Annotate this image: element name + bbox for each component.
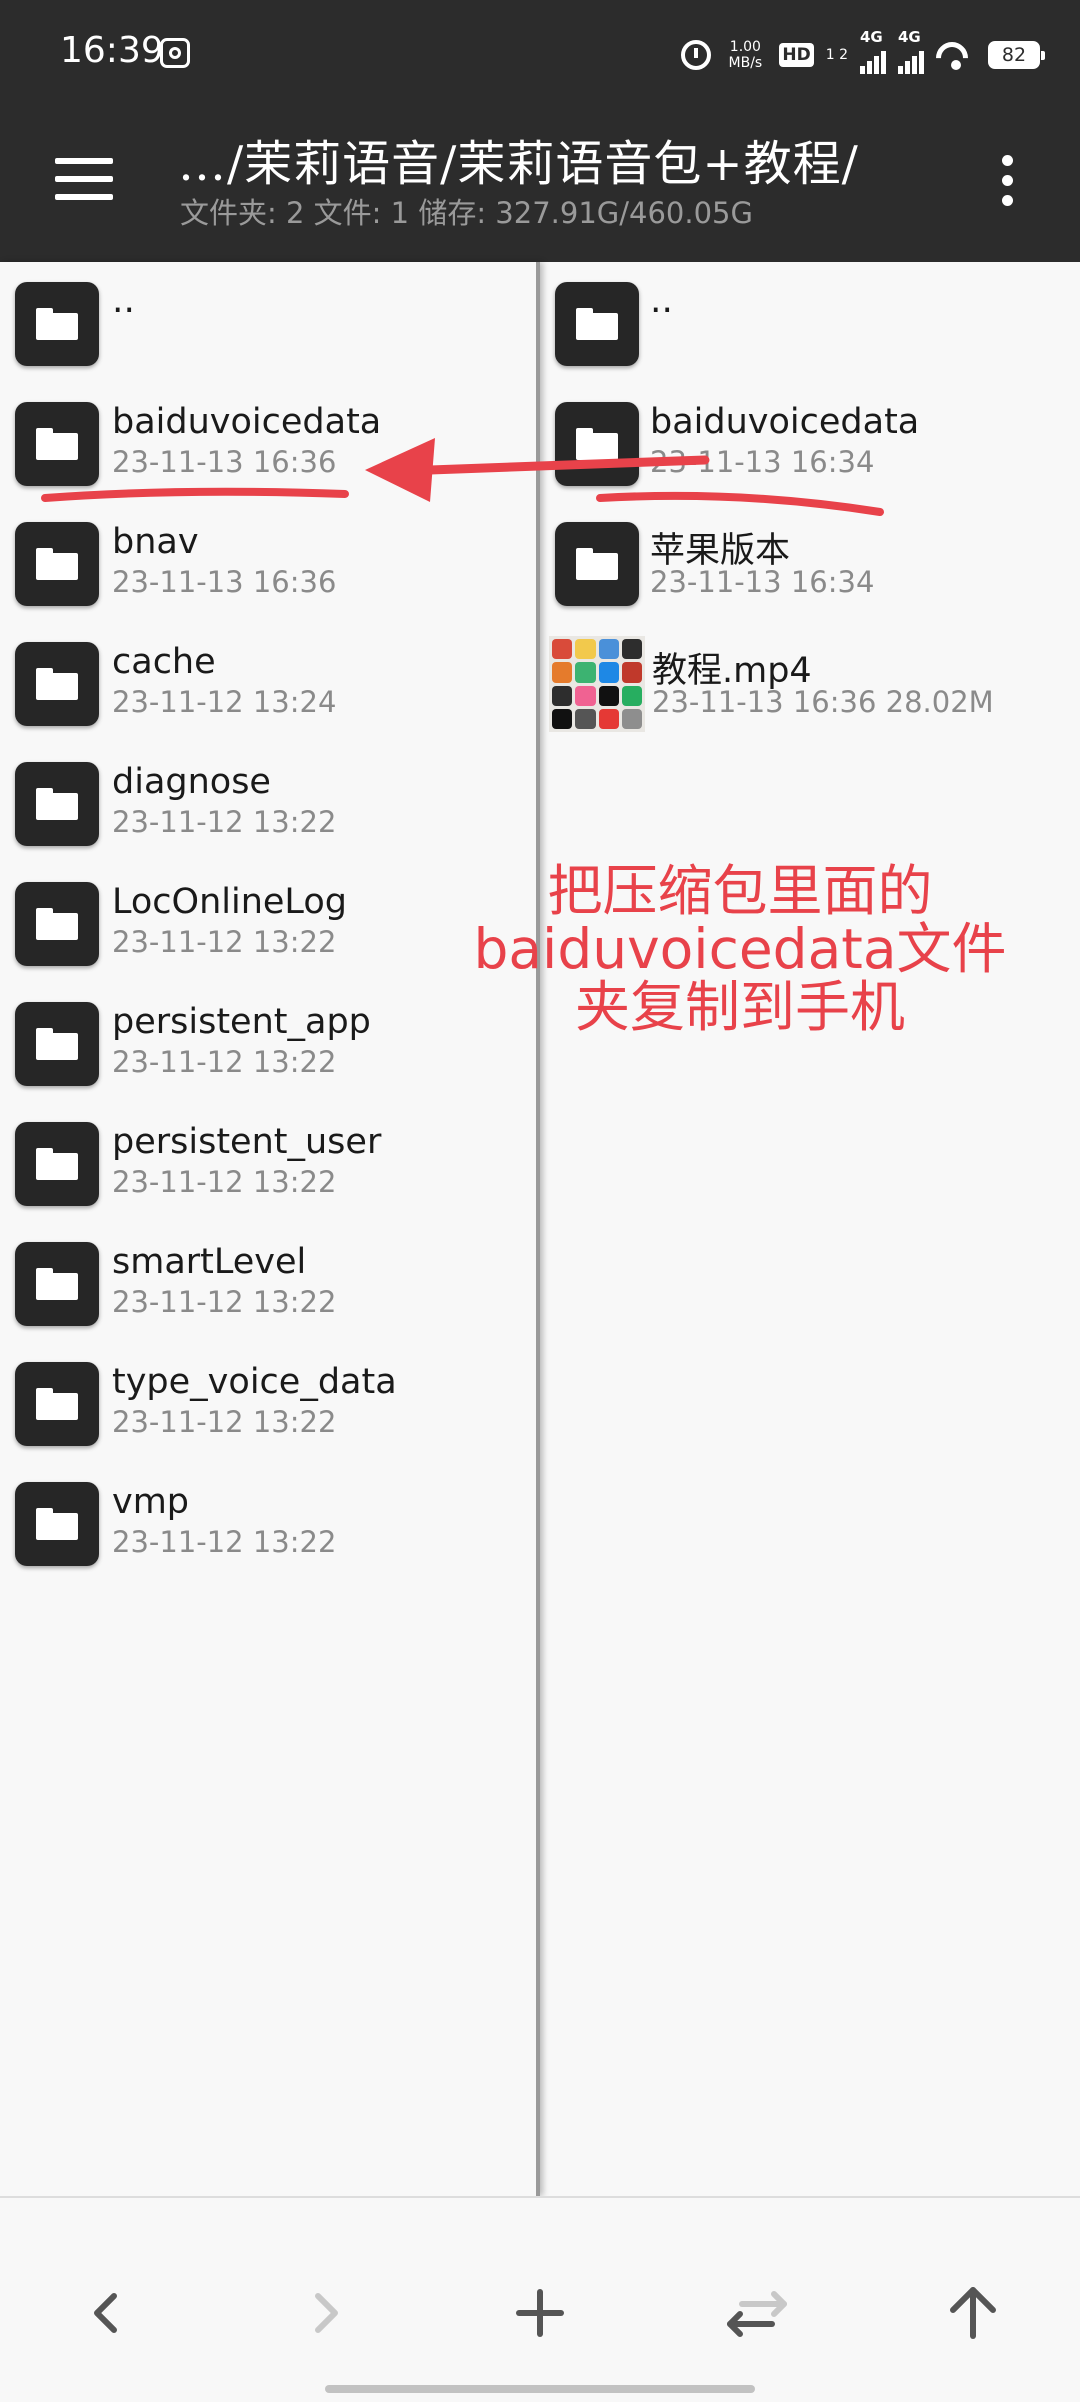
folder-icon: [15, 522, 99, 606]
status-icons: 1.00 MB/s HD 1 2 4G 4G 82: [681, 28, 1045, 80]
list-item[interactable]: baiduvoicedata 23-11-13 16:34: [540, 382, 1080, 502]
home-indicator[interactable]: [325, 2385, 755, 2393]
file-name: vmp: [112, 1482, 190, 1522]
notification-icon: [160, 38, 190, 68]
annotation-line: 把压缩包里面的: [547, 859, 933, 923]
battery-icon: 82: [988, 41, 1045, 69]
forward-button[interactable]: [280, 2268, 370, 2358]
add-button[interactable]: [495, 2268, 585, 2358]
file-date: 23-11-12 13:22: [112, 1525, 337, 1559]
file-name: ..: [650, 280, 673, 321]
swap-panes-button[interactable]: [712, 2268, 802, 2358]
list-item[interactable]: diagnose 23-11-12 13:22: [0, 742, 536, 862]
net-speed: 1.00 MB/s: [723, 39, 767, 71]
file-date: 23-11-13 16:34: [650, 565, 875, 599]
list-item[interactable]: vmp 23-11-12 13:22: [0, 1462, 536, 1582]
folder-icon: [15, 402, 99, 486]
more-options-icon[interactable]: [1000, 155, 1016, 207]
signal-icon: 4G: [860, 28, 886, 74]
alarm-icon: [681, 40, 712, 70]
folder-icon: [15, 642, 99, 726]
list-item[interactable]: type_voice_data 23-11-12 13:22: [0, 1342, 536, 1462]
hd-badge: HD: [779, 43, 814, 67]
file-date: 23-11-12 13:22: [112, 805, 337, 839]
up-icon: [950, 2287, 996, 2339]
signal-icon: 4G: [898, 28, 924, 74]
annotation-line: 夹复制到手机: [574, 975, 905, 1039]
file-name: diagnose: [112, 762, 271, 802]
file-date: 23-11-12 13:22: [112, 925, 337, 959]
file-date: 23-11-12 13:22: [112, 1165, 337, 1199]
video-thumbnail: [549, 636, 645, 732]
list-item[interactable]: baiduvoicedata 23-11-13 16:36: [0, 382, 536, 502]
folder-icon: [15, 1002, 99, 1086]
swap-icon: [727, 2291, 787, 2337]
file-name: cache: [112, 642, 216, 682]
file-name: bnav: [112, 522, 199, 562]
forward-icon: [315, 2293, 338, 2333]
file-date: 23-11-13 16:34: [650, 445, 875, 479]
folder-icon: [15, 1482, 99, 1566]
menu-icon[interactable]: [55, 158, 113, 200]
list-item[interactable]: 教程.mp4 23-11-13 16:36 28.02M: [540, 622, 1080, 742]
list-item[interactable]: cache 23-11-12 13:24: [0, 622, 536, 742]
file-name: baiduvoicedata: [112, 402, 382, 442]
storage-info: 文件夹: 2 文件: 1 储存: 327.91G/460.05G: [180, 196, 753, 230]
list-item-parent[interactable]: ..: [0, 262, 536, 382]
signal-label: 4G: [898, 28, 921, 46]
back-button[interactable]: [62, 2268, 152, 2358]
app-header: 16:39 1.00 MB/s HD 1 2 4G 4G 82 …/茉莉语音/茉…: [0, 0, 1080, 262]
net-speed-unit: MB/s: [728, 55, 763, 71]
folder-icon: [555, 282, 639, 366]
file-date: 23-11-13 16:36 28.02M: [652, 685, 994, 719]
folder-icon: [15, 1242, 99, 1326]
hd-sim-label: 1 2: [825, 47, 848, 63]
add-icon: [516, 2289, 564, 2337]
list-item[interactable]: persistent_user 23-11-12 13:22: [0, 1102, 536, 1222]
file-date: 23-11-12 13:24: [112, 685, 337, 719]
folder-icon: [15, 1122, 99, 1206]
status-bar: 16:39 1.00 MB/s HD 1 2 4G 4G 82: [0, 0, 1080, 110]
path-title: …/茉莉语音/茉莉语音包+教程/: [178, 136, 859, 192]
file-date: 23-11-12 13:22: [112, 1285, 337, 1319]
folder-icon: [15, 882, 99, 966]
list-item[interactable]: 苹果版本 23-11-13 16:34: [540, 502, 1080, 622]
folder-icon: [555, 402, 639, 486]
status-time: 16:39: [60, 30, 164, 71]
file-name: LocOnlineLog: [112, 882, 347, 922]
up-directory-button[interactable]: [928, 2268, 1018, 2358]
folder-icon: [555, 522, 639, 606]
bottom-toolbar: [0, 2196, 1080, 2402]
signal-label: 4G: [860, 28, 883, 46]
list-item-parent[interactable]: ..: [540, 262, 1080, 382]
back-icon: [94, 2293, 117, 2333]
wifi-icon: [936, 40, 976, 70]
annotation-line: baiduvoicedata文件: [473, 917, 1007, 981]
file-name: type_voice_data: [112, 1362, 397, 1402]
file-date: 23-11-13 16:36: [112, 445, 337, 479]
folder-icon: [15, 762, 99, 846]
list-item[interactable]: smartLevel 23-11-12 13:22: [0, 1222, 536, 1342]
file-name: baiduvoicedata: [650, 402, 920, 442]
file-name: persistent_user: [112, 1122, 382, 1162]
folder-icon: [15, 1362, 99, 1446]
annotation-text: 把压缩包里面的 baiduvoicedata文件 夹复制到手机: [440, 862, 1040, 1036]
file-date: 23-11-12 13:22: [112, 1045, 337, 1079]
folder-icon: [15, 282, 99, 366]
file-date: 23-11-13 16:36: [112, 565, 337, 599]
file-name: smartLevel: [112, 1242, 307, 1282]
net-speed-value: 1.00: [729, 39, 761, 55]
left-file-pane[interactable]: .. baiduvoicedata 23-11-13 16:36 bnav 23…: [0, 262, 540, 2196]
list-item[interactable]: bnav 23-11-13 16:36: [0, 502, 536, 622]
right-file-pane[interactable]: .. baiduvoicedata 23-11-13 16:34 苹果版本 23…: [540, 262, 1080, 2196]
file-name: persistent_app: [112, 1002, 371, 1042]
file-name: ..: [112, 280, 135, 321]
file-date: 23-11-12 13:22: [112, 1405, 337, 1439]
